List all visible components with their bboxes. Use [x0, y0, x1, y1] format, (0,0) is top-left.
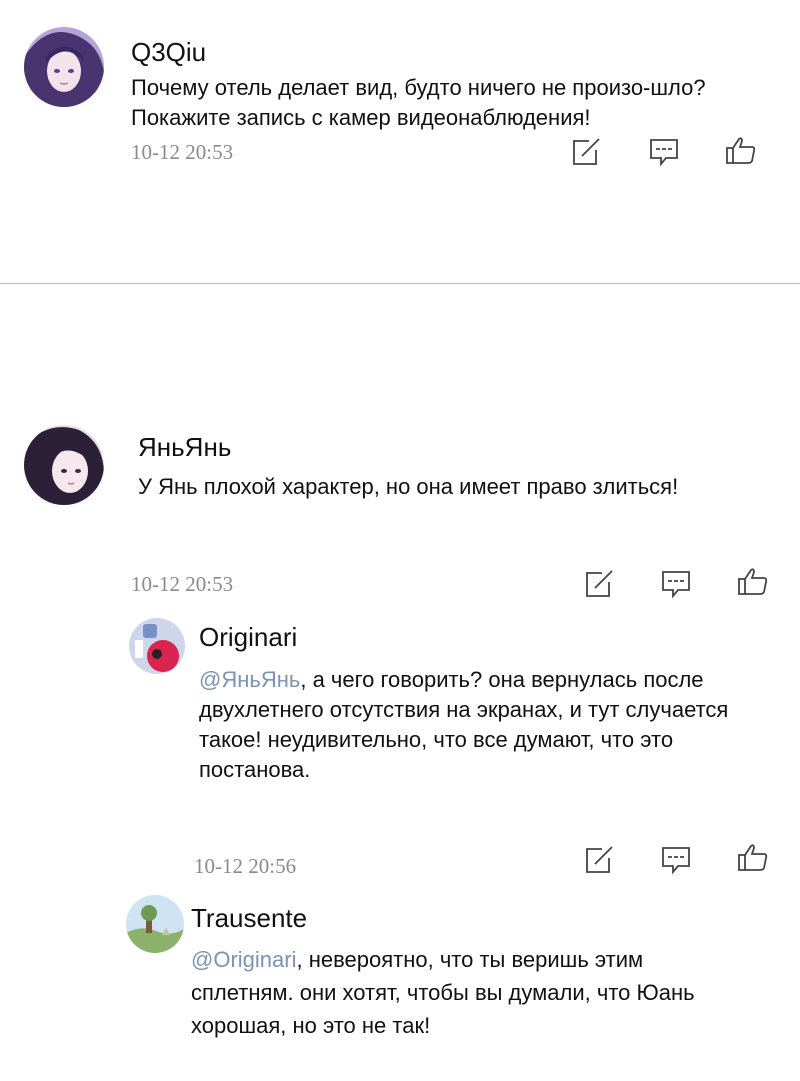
comment-text: @Originari, невероятно, что ты веришь эт… [191, 943, 731, 1042]
avatar[interactable] [129, 618, 185, 674]
username[interactable]: Trausente [191, 903, 307, 934]
comment-icon[interactable] [660, 845, 692, 875]
comment-text: @ЯньЯнь, а чего говорить? она вернулась … [199, 665, 729, 785]
thumbs-up-icon[interactable] [737, 566, 769, 596]
timestamp: 10-12 20:56 [194, 854, 297, 878]
thumbs-up-icon[interactable] [725, 135, 757, 165]
comment-icon[interactable] [648, 137, 680, 167]
username[interactable]: Originari [199, 622, 297, 653]
mention-link[interactable]: @ЯньЯнь [199, 667, 300, 692]
edit-icon[interactable] [570, 137, 602, 167]
avatar[interactable] [126, 895, 184, 953]
username[interactable]: ЯньЯнь [138, 432, 231, 463]
divider [0, 283, 800, 284]
avatar[interactable] [24, 27, 104, 107]
comment-text: Почему отель делает вид, будто ничего не… [131, 75, 706, 130]
timestamp: 10-12 20:53 [131, 572, 234, 596]
comment-icon[interactable] [660, 569, 692, 599]
avatar[interactable] [24, 425, 104, 505]
timestamp: 10-12 20:53 [131, 140, 234, 164]
mention-link[interactable]: @Originari [191, 947, 296, 972]
thumbs-up-icon[interactable] [737, 842, 769, 872]
edit-icon[interactable] [583, 569, 615, 599]
comment-text: У Янь плохой характер, но она имеет прав… [138, 474, 679, 499]
edit-icon[interactable] [583, 845, 615, 875]
username[interactable]: Q3Qiu [131, 37, 206, 68]
